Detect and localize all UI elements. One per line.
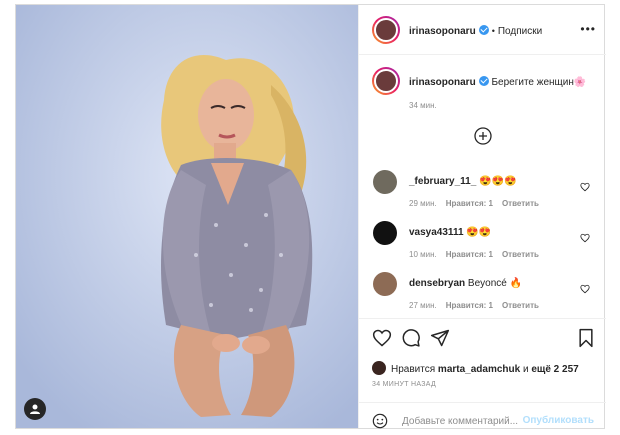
comment-username[interactable]: vasya43111 (409, 227, 464, 238)
post-sidebar: irinasoponaru • Подписки ••• irinasoponaru… (358, 5, 606, 429)
caption-avatar[interactable] (372, 67, 400, 95)
author-username[interactable]: irinasoponaru (409, 26, 476, 37)
caption-time: 34 мин. (409, 101, 437, 110)
reply-button[interactable]: Ответить (502, 301, 539, 310)
comment-meta: 27 мин. Нравится: 1 Ответить (409, 301, 548, 310)
comment-meta: 10 мин. Нравится: 1 Ответить (409, 250, 548, 259)
comment-icon[interactable] (401, 328, 421, 348)
comment-username[interactable]: _february_11_ (409, 176, 476, 187)
verified-badge-icon (478, 76, 489, 86)
comment-likes[interactable]: Нравится: 1 (446, 301, 493, 310)
user-tag-icon (30, 404, 40, 414)
comment-item: densebryan Beyoncé 🔥 27 мин. Нравится: 1 О… (359, 272, 606, 312)
caption-line: irinasoponaru Берегите женщин🌸 (409, 76, 586, 88)
following-button[interactable]: Подписки (498, 26, 542, 37)
comment-body: 😍😍😍 (479, 176, 517, 187)
comment-body: 😍😍 (466, 227, 492, 238)
post-timestamp[interactable]: 34 МИНУТ НАЗАД (372, 381, 436, 388)
bookmark-icon[interactable] (577, 328, 595, 348)
header-line: irinasoponaru • Подписки (409, 25, 542, 37)
add-comment-bar: Опубликовать (359, 402, 606, 429)
verified-badge-icon (478, 25, 489, 35)
tag-people-button[interactable] (24, 398, 46, 420)
reply-button[interactable]: Ответить (502, 250, 539, 259)
comment-item: vasya43111 😍😍 10 мин. Нравится: 1 Ответить (359, 221, 606, 261)
comment-likes[interactable]: Нравится: 1 (446, 250, 493, 259)
comment-meta: 29 мин. Нравится: 1 Ответить (409, 199, 548, 208)
liker-username[interactable]: marta_adamchuk (438, 364, 520, 375)
heart-icon[interactable] (580, 284, 590, 294)
comment-time: 27 мин. (409, 301, 437, 310)
likes-summary: Нравится marta_adamchuk и ещё 2 257 (372, 361, 579, 375)
heart-icon[interactable] (580, 233, 590, 243)
instagram-post: irinasoponaru • Подписки ••• irinasoponaru… (15, 4, 606, 429)
reply-button[interactable]: Ответить (502, 199, 539, 208)
publish-button[interactable]: Опубликовать (523, 415, 594, 426)
liker-avatar[interactable] (372, 361, 386, 375)
smile-icon[interactable] (372, 413, 388, 429)
comment-input[interactable] (402, 413, 532, 429)
send-icon[interactable] (430, 328, 450, 348)
comment-text: vasya43111 😍😍 (409, 227, 491, 238)
plus-circle-icon[interactable] (474, 127, 492, 145)
heart-icon[interactable] (372, 328, 392, 348)
comment-time: 29 мин. (409, 199, 437, 208)
more-options-icon[interactable]: ••• (580, 22, 596, 36)
comment-body: Beyoncé 🔥 (467, 278, 523, 289)
comment-item: _february_11_ 😍😍😍 29 мин. Нравится: 1 Отве… (359, 170, 606, 210)
comment-avatar[interactable] (373, 221, 397, 245)
comment-username[interactable]: densebryan (409, 278, 465, 289)
post-photo[interactable] (16, 5, 358, 428)
comment-avatar[interactable] (373, 170, 397, 194)
heart-icon[interactable] (580, 182, 590, 192)
comment-text: densebryan Beyoncé 🔥 (409, 278, 522, 289)
likes-conj: и (522, 364, 529, 375)
comment-avatar[interactable] (373, 272, 397, 296)
comment-likes[interactable]: Нравится: 1 (446, 199, 493, 208)
post-actions: Нравится marta_adamchuk и ещё 2 257 34 М… (359, 318, 606, 429)
likes-prefix: Нравится (391, 364, 436, 375)
comment-time: 10 мин. (409, 250, 437, 259)
likes-count[interactable]: ещё 2 257 (531, 364, 578, 375)
caption-username[interactable]: irinasoponaru (409, 77, 476, 88)
photo-illustration (16, 5, 358, 428)
comment-text: _february_11_ 😍😍😍 (409, 176, 516, 187)
separator-dot: • (491, 26, 495, 36)
author-avatar[interactable] (372, 16, 400, 44)
caption-text: Берегите женщин🌸 (491, 77, 587, 88)
post-header: irinasoponaru • Подписки ••• (359, 5, 606, 55)
